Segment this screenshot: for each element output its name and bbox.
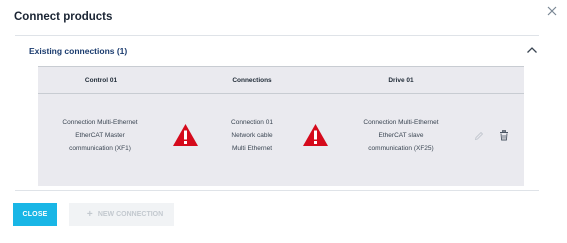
edit-icon	[474, 131, 484, 141]
chevron-up-icon[interactable]	[526, 45, 538, 55]
dialog-title: Connect products	[14, 11, 113, 23]
connections-table: Control 01 Connections Drive 01 Connecti…	[38, 66, 524, 186]
close-button[interactable]: CLOSE	[13, 203, 57, 226]
plus-icon: +	[86, 209, 93, 220]
column-header-drive: Drive 01	[388, 77, 414, 84]
delete-icon[interactable]	[499, 130, 509, 141]
connection-cell: Connection 01 Network cable Multi Ethern…	[231, 119, 273, 152]
control-connection-cell: Connection Multi-Ethernet EtherCAT Maste…	[62, 119, 138, 152]
warning-icon	[173, 124, 198, 146]
warning-icon	[303, 124, 328, 146]
column-header-connections: Connections	[232, 77, 272, 84]
new-connection-label: NEW CONNECTION	[97, 211, 164, 218]
close-icon[interactable]	[545, 4, 559, 18]
existing-connections-header[interactable]: Existing connections (1)	[29, 46, 127, 56]
new-connection-button[interactable]: + NEW CONNECTION	[69, 203, 174, 226]
table-header: Control 01 Connections Drive 01	[38, 67, 524, 94]
divider	[15, 35, 539, 36]
divider	[15, 190, 539, 191]
connect-products-dialog: Connect products Existing connections (1…	[0, 0, 567, 243]
column-header-control: Control 01	[84, 77, 118, 84]
drive-connection-cell: Connection Multi-Ethernet EtherCAT slave…	[363, 119, 439, 152]
